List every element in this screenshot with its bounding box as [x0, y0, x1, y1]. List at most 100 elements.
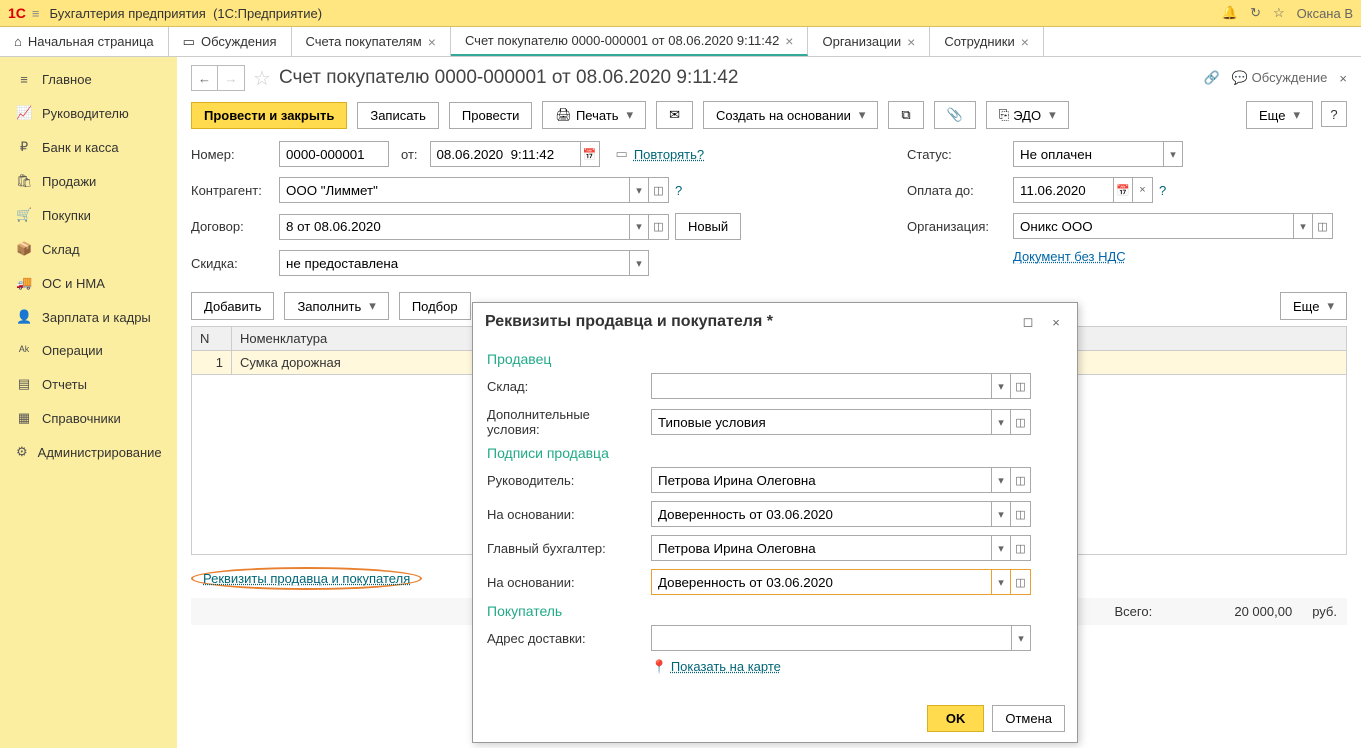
- fill-button[interactable]: Заполнить▾: [284, 292, 388, 320]
- addr-input[interactable]: [651, 625, 1011, 651]
- close-icon[interactable]: ×: [1047, 313, 1065, 331]
- tab-invoices[interactable]: Счета покупателям×: [292, 27, 451, 56]
- sidebar-item-warehouse[interactable]: 📦Склад: [0, 232, 177, 266]
- structure-button[interactable]: ⧉: [888, 101, 923, 129]
- more-button[interactable]: Еще▾: [1246, 101, 1313, 129]
- table-more-button[interactable]: Еще▾: [1280, 292, 1347, 320]
- acct-input[interactable]: [651, 535, 991, 561]
- print-button[interactable]: 🖨Печать▾: [542, 101, 646, 129]
- help-icon[interactable]: ?: [1159, 183, 1166, 198]
- requisites-link[interactable]: Реквизиты продавца и покупателя: [203, 571, 410, 586]
- dropdown-icon[interactable]: ▾: [629, 214, 649, 240]
- box-icon: 📦: [16, 241, 32, 257]
- sidebar-item-admin[interactable]: ⚙Администрирование: [0, 435, 177, 469]
- dropdown-icon[interactable]: ▾: [629, 177, 649, 203]
- nav-forward-button[interactable]: →: [218, 66, 244, 90]
- addterms-input[interactable]: [651, 409, 991, 435]
- based2-input[interactable]: [651, 569, 991, 595]
- dropdown-icon[interactable]: ▾: [991, 535, 1011, 561]
- edo-button[interactable]: ⎘ЭДО▾: [986, 101, 1069, 129]
- tab-home[interactable]: ⌂Начальная страница: [0, 27, 169, 56]
- bell-icon[interactable]: 🔔: [1222, 5, 1238, 21]
- favorite-icon[interactable]: ☆: [253, 66, 271, 91]
- open-icon[interactable]: ◫: [1011, 467, 1031, 493]
- maximize-icon[interactable]: ◻: [1019, 313, 1037, 331]
- sidebar-item-operations[interactable]: ᴬᵏОперации: [0, 334, 177, 367]
- sidebar-item-reports[interactable]: ▤Отчеты: [0, 367, 177, 401]
- tab-invoice-current[interactable]: Счет покупателю 0000-000001 от 08.06.202…: [451, 27, 809, 56]
- post-and-close-button[interactable]: Провести и закрыть: [191, 102, 347, 129]
- cancel-button[interactable]: Отмена: [992, 705, 1065, 732]
- open-icon[interactable]: ◫: [1011, 409, 1031, 435]
- save-button[interactable]: Записать: [357, 102, 439, 129]
- new-contract-button[interactable]: Новый: [675, 213, 741, 240]
- help-icon[interactable]: ?: [675, 183, 682, 198]
- contract-input[interactable]: [279, 214, 629, 240]
- nav-back-button[interactable]: ←: [192, 66, 218, 90]
- star-icon[interactable]: ☆: [1273, 5, 1285, 21]
- open-icon[interactable]: ◫: [1011, 569, 1031, 595]
- add-row-button[interactable]: Добавить: [191, 292, 274, 320]
- dropdown-icon[interactable]: ▾: [991, 373, 1011, 399]
- create-based-button[interactable]: Создать на основании▾: [703, 101, 878, 129]
- calendar-icon[interactable]: 📅: [1113, 177, 1133, 203]
- discount-input[interactable]: [279, 250, 629, 276]
- status-input[interactable]: [1013, 141, 1163, 167]
- link-icon[interactable]: 🔗: [1204, 70, 1220, 86]
- sidebar-item-purchases[interactable]: 🛒Покупки: [0, 198, 177, 232]
- close-icon[interactable]: ×: [785, 33, 793, 49]
- open-icon[interactable]: ◫: [1011, 501, 1031, 527]
- post-button[interactable]: Провести: [449, 102, 533, 129]
- vat-link[interactable]: Документ без НДС: [1013, 249, 1126, 264]
- open-icon[interactable]: ◫: [1011, 373, 1031, 399]
- tab-organizations[interactable]: Организации×: [808, 27, 930, 56]
- counterparty-input[interactable]: [279, 177, 629, 203]
- open-icon[interactable]: ◫: [649, 177, 669, 203]
- select-button[interactable]: Подбор: [399, 292, 471, 320]
- head-input[interactable]: [651, 467, 991, 493]
- dropdown-icon[interactable]: ▾: [1163, 141, 1183, 167]
- based1-input[interactable]: [651, 501, 991, 527]
- close-icon[interactable]: ×: [428, 34, 436, 50]
- number-input[interactable]: [279, 141, 389, 167]
- dropdown-icon[interactable]: ▾: [1293, 213, 1313, 239]
- warehouse-input[interactable]: [651, 373, 991, 399]
- open-icon[interactable]: ◫: [1011, 535, 1031, 561]
- sidebar-item-main[interactable]: ≡Главное: [0, 63, 177, 96]
- user-name[interactable]: Оксана В: [1297, 6, 1353, 21]
- sidebar-item-sales[interactable]: 🛍Продажи: [0, 164, 177, 198]
- map-link[interactable]: Показать на карте: [671, 659, 781, 674]
- sidebar-item-hr[interactable]: 👤Зарплата и кадры: [0, 300, 177, 334]
- sidebar-item-label: Отчеты: [42, 377, 87, 392]
- dropdown-icon[interactable]: ▾: [1011, 625, 1031, 651]
- sidebar-item-catalogs[interactable]: ▦Справочники: [0, 401, 177, 435]
- discussion-button[interactable]: 💬 Обсуждение: [1232, 70, 1328, 86]
- date-input[interactable]: [430, 141, 580, 167]
- payuntil-input[interactable]: [1013, 177, 1113, 203]
- dropdown-icon[interactable]: ▾: [991, 409, 1011, 435]
- sidebar-item-manager[interactable]: 📈Руководителю: [0, 96, 177, 130]
- dropdown-icon[interactable]: ▾: [991, 501, 1011, 527]
- close-doc-icon[interactable]: ×: [1339, 71, 1347, 86]
- sidebar-item-assets[interactable]: 🚚ОС и НМА: [0, 266, 177, 300]
- dropdown-icon[interactable]: ▾: [991, 569, 1011, 595]
- dropdown-icon[interactable]: ▾: [629, 250, 649, 276]
- open-icon[interactable]: ◫: [1313, 213, 1333, 239]
- hamburger-icon[interactable]: ≡: [32, 6, 40, 21]
- tab-employees[interactable]: Сотрудники×: [930, 27, 1044, 56]
- close-icon[interactable]: ×: [1021, 34, 1029, 50]
- history-icon[interactable]: ↻: [1250, 5, 1261, 21]
- calendar-icon[interactable]: 📅: [580, 141, 600, 167]
- tab-discussions[interactable]: ▭Обсуждения: [169, 27, 292, 56]
- org-input[interactable]: [1013, 213, 1293, 239]
- clear-icon[interactable]: ×: [1133, 177, 1153, 203]
- ok-button[interactable]: OK: [927, 705, 985, 732]
- close-icon[interactable]: ×: [907, 34, 915, 50]
- attach-button[interactable]: 📎: [934, 101, 976, 129]
- open-icon[interactable]: ◫: [649, 214, 669, 240]
- repeat-link[interactable]: Повторять?: [634, 147, 704, 162]
- help-button[interactable]: ?: [1321, 101, 1347, 127]
- email-button[interactable]: ✉: [656, 101, 693, 129]
- dropdown-icon[interactable]: ▾: [991, 467, 1011, 493]
- sidebar-item-bank[interactable]: ₽Банк и касса: [0, 130, 177, 164]
